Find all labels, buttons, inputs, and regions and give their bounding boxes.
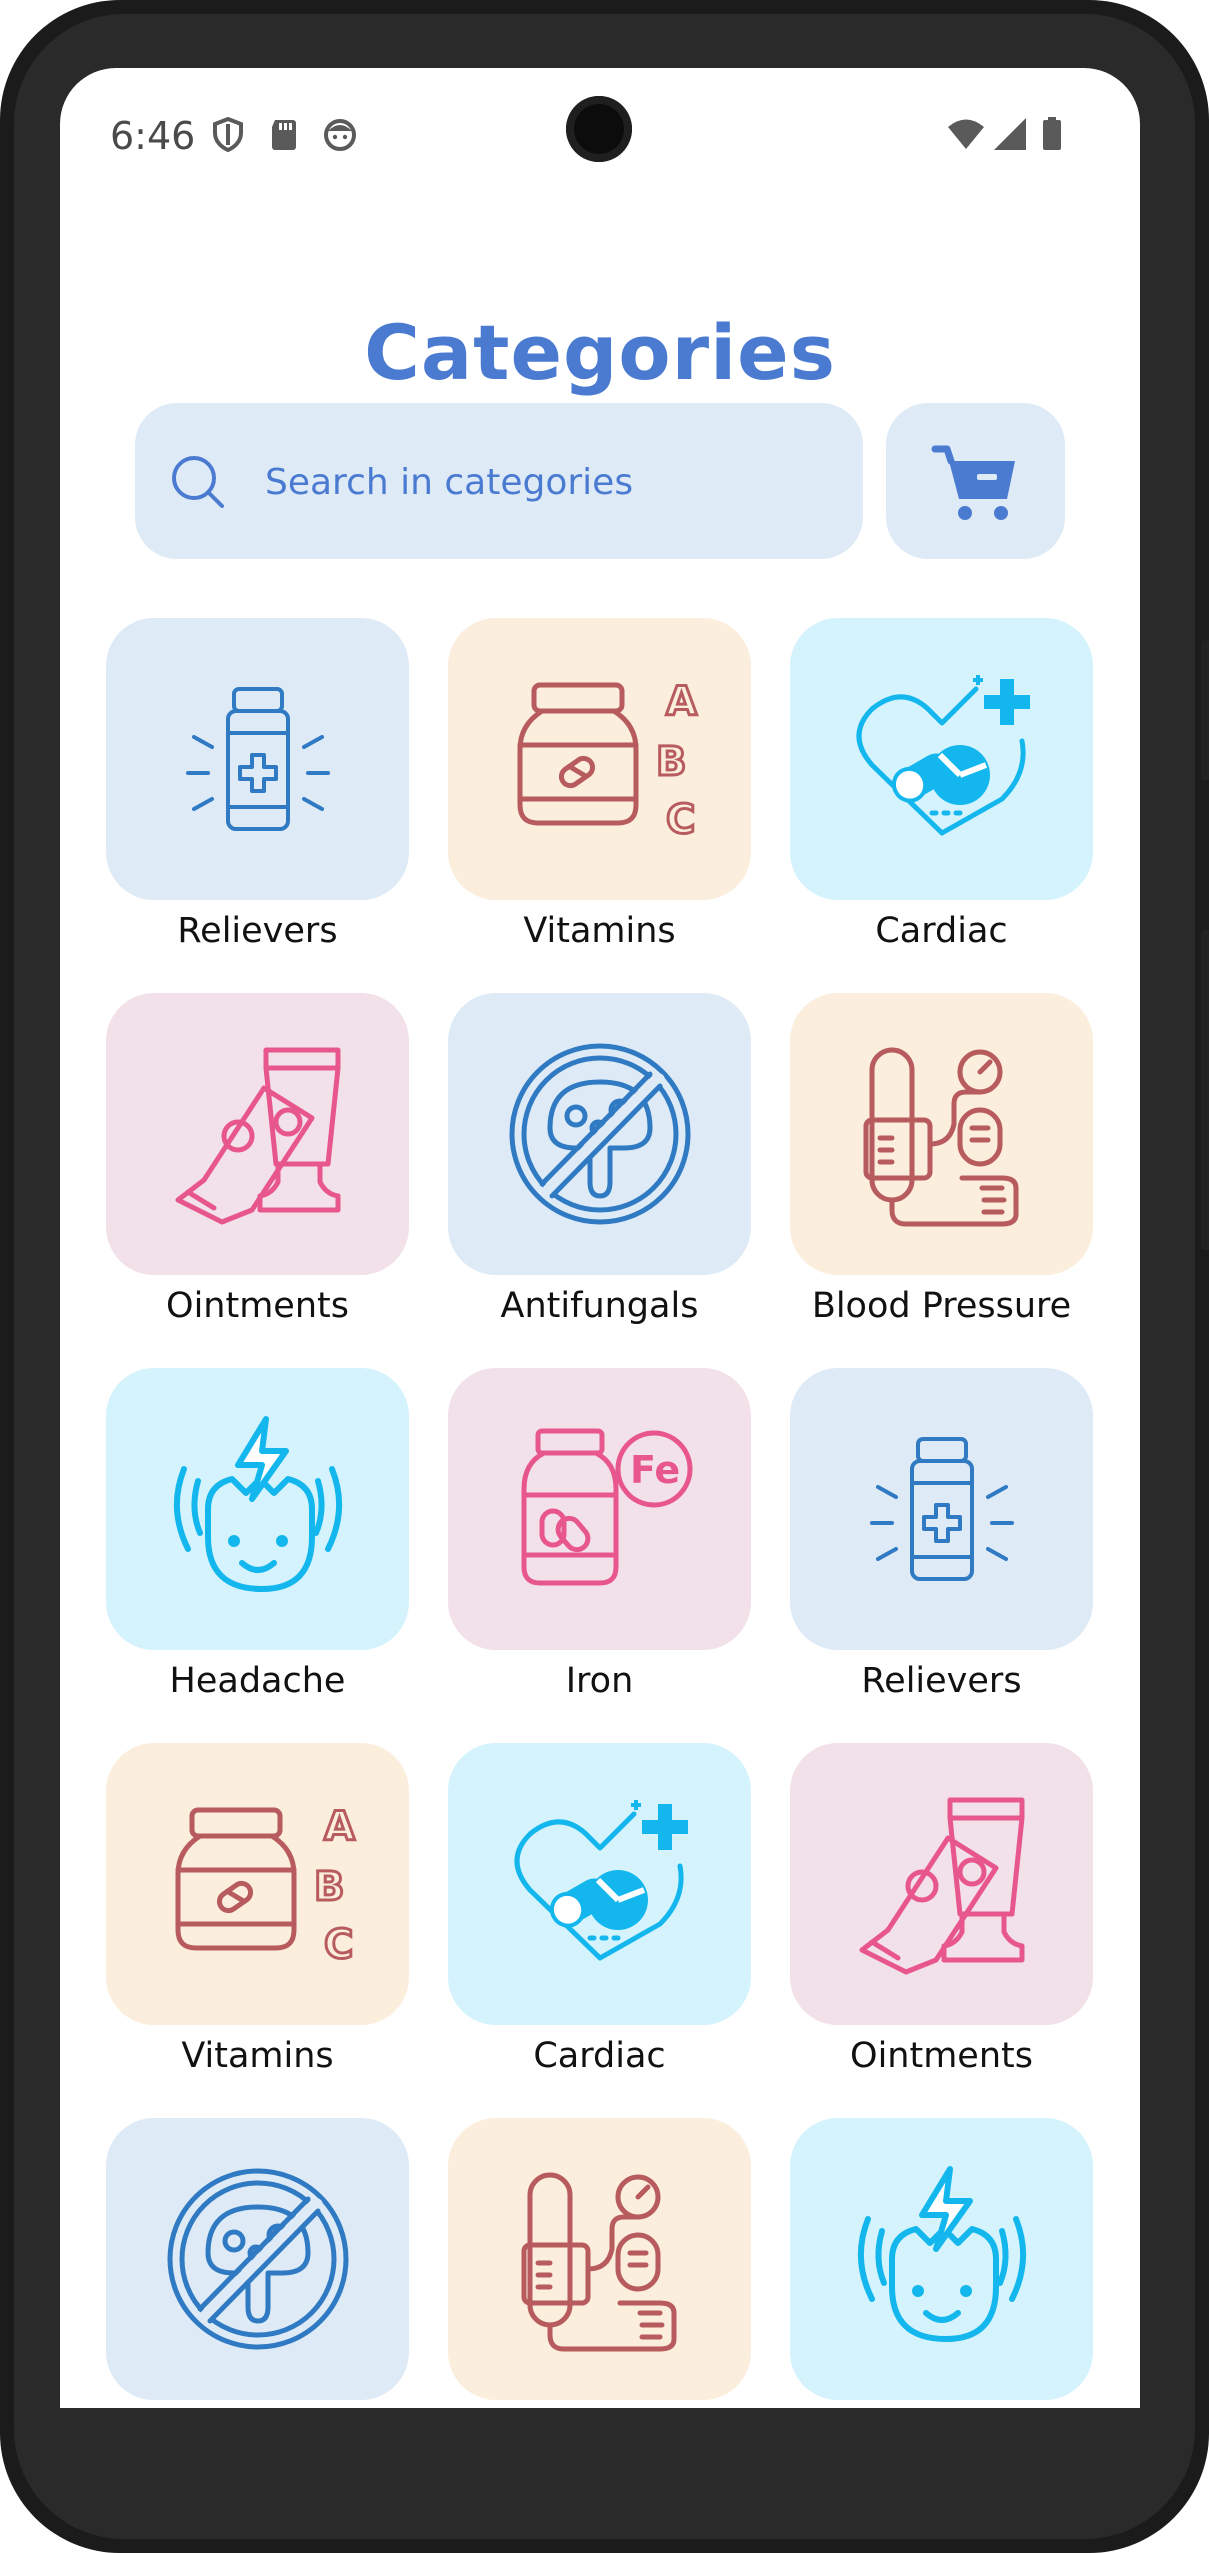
no-fungus-icon [509, 1043, 690, 1225]
sd-card-icon [272, 120, 296, 150]
category-tile[interactable] [106, 1368, 409, 1650]
svg-text:Fe: Fe [630, 1448, 680, 1492]
face-icon [324, 119, 356, 151]
search-bar[interactable] [135, 403, 863, 559]
svg-text:A: A [324, 1804, 355, 1850]
heart-pill-icon [856, 675, 1030, 836]
category-item[interactable] [448, 2118, 751, 2408]
category-item[interactable]: Ointments [106, 993, 409, 1326]
pill-bottle-icon [185, 687, 330, 831]
category-item[interactable]: Headache [106, 1368, 409, 1701]
category-tile[interactable] [106, 993, 409, 1275]
battery-icon [1043, 117, 1061, 150]
category-item[interactable]: Relievers [106, 618, 409, 951]
category-tile[interactable] [448, 1743, 751, 2025]
svg-text:C: C [666, 797, 695, 843]
search-icon [172, 456, 224, 508]
category-tile[interactable] [448, 993, 751, 1275]
headache-face-icon [173, 1416, 342, 1592]
app-screen: 6:46 Categories Search in categories Rel… [60, 68, 1140, 2408]
status-bar: 6:46 [60, 68, 1140, 198]
headache-face-icon [857, 2166, 1026, 2342]
category-item[interactable] [106, 2118, 409, 2408]
category-label: Blood Pressure [811, 1286, 1072, 1326]
category-label: Cardiac [533, 2036, 666, 2076]
svg-text:B: B [656, 739, 687, 785]
svg-text:C: C [324, 1922, 353, 1968]
signal-icon [994, 118, 1026, 150]
category-item[interactable]: Cardiac [448, 1743, 751, 2076]
category-item[interactable]: A B C Vitamins [106, 1743, 409, 2076]
wifi-icon [948, 119, 984, 149]
category-tile[interactable] [790, 618, 1093, 900]
category-tile[interactable] [790, 1743, 1093, 2025]
category-item[interactable] [790, 2118, 1093, 2408]
blood-pressure-cuff-icon [863, 1047, 1018, 1227]
shield-icon [213, 116, 243, 153]
svg-text:A: A [666, 679, 697, 725]
heart-pill-icon [514, 1800, 688, 1961]
category-item[interactable]: Relievers [790, 1368, 1093, 1701]
category-item[interactable]: A B C Vitamins [448, 618, 751, 951]
category-tile[interactable] [790, 993, 1093, 1275]
ointment-tube-icon [175, 1047, 340, 1225]
search-input[interactable] [263, 443, 827, 521]
category-label: Antifungals [500, 1286, 699, 1326]
category-label: Cardiac [875, 911, 1008, 951]
category-tile[interactable] [448, 2118, 751, 2400]
vitamin-jar-icon: A B C [175, 1803, 356, 1970]
pill-bottle-icon [869, 1437, 1014, 1581]
category-item[interactable]: Cardiac [790, 618, 1093, 951]
no-fungus-icon [167, 2168, 348, 2350]
category-tile[interactable] [790, 2118, 1093, 2400]
iron-supplement-icon: Fe [521, 1428, 692, 1586]
category-tile[interactable] [790, 1368, 1093, 1650]
category-label: Iron [565, 1661, 634, 1701]
cart-button[interactable] [886, 403, 1065, 559]
category-label: Relievers [177, 911, 338, 951]
category-label: Headache [169, 1661, 346, 1701]
category-label: Ointments [166, 1286, 349, 1326]
category-tile[interactable] [106, 2118, 409, 2400]
status-time: 6:46 [110, 114, 196, 158]
category-item[interactable]: Antifungals [448, 993, 751, 1326]
power-button [1201, 640, 1209, 780]
category-label: Ointments [850, 2036, 1033, 2076]
category-grid: Relievers A B C Vitamins Cardiac Ointmen… [106, 618, 1106, 2408]
category-label: Vitamins [181, 2036, 334, 2076]
category-item[interactable]: Ointments [790, 1743, 1093, 2076]
category-item[interactable]: Blood Pressure [790, 993, 1093, 1326]
category-item[interactable]: Fe Iron [448, 1368, 751, 1701]
ointment-tube-icon [859, 1797, 1024, 1975]
svg-text:B: B [314, 1864, 345, 1910]
category-label: Relievers [861, 1661, 1022, 1701]
cart-icon [931, 445, 1015, 520]
category-label: Vitamins [523, 911, 676, 951]
category-tile[interactable] [106, 618, 409, 900]
front-camera [566, 96, 632, 162]
category-tile[interactable]: A B C [448, 618, 751, 900]
blood-pressure-cuff-icon [521, 2172, 676, 2352]
vitamin-jar-icon: A B C [517, 678, 698, 845]
category-tile[interactable]: Fe [448, 1368, 751, 1650]
category-tile[interactable]: A B C [106, 1743, 409, 2025]
page-title: Categories [364, 308, 836, 397]
volume-button [1201, 930, 1209, 1250]
